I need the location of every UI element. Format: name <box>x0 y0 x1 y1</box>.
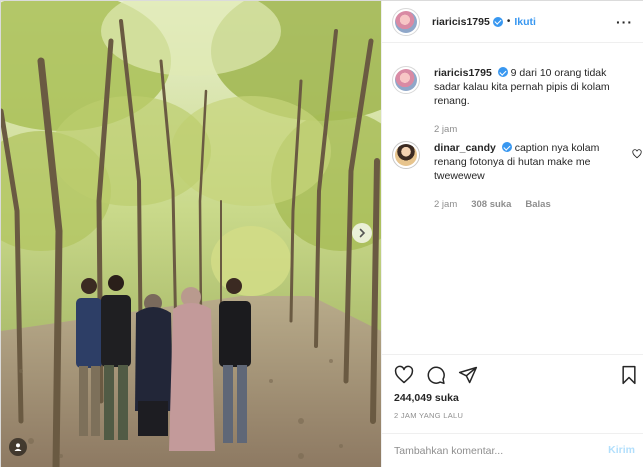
add-comment-bar: Kirim <box>382 433 643 467</box>
caption-meta: 2 jam <box>434 124 457 135</box>
comment-like-heart-icon[interactable] <box>632 149 642 159</box>
caption-username[interactable]: riaricis1795 <box>434 67 492 79</box>
instagram-post: riaricis1795 • Ikuti ··· riaricis1795 9 … <box>0 0 643 467</box>
comment-meta: 2 jam 308 suka Balas <box>434 199 551 210</box>
more-options-icon[interactable]: ··· <box>616 14 633 30</box>
likes-count[interactable]: 244,049 suka <box>394 392 459 404</box>
post-photo[interactable] <box>1 1 381 467</box>
post-header: riaricis1795 • Ikuti ··· <box>382 1 643 43</box>
verified-badge-icon <box>497 67 508 77</box>
comments-section[interactable]: riaricis1795 9 dari 10 orang tidak sadar… <box>382 44 643 354</box>
post-timestamp[interactable]: 2 JAM YANG LALU <box>394 411 463 420</box>
heart-icon[interactable] <box>394 365 414 385</box>
author-username[interactable]: riaricis1795 <box>432 16 490 28</box>
chevron-right-icon <box>359 228 366 238</box>
caption-author-avatar[interactable] <box>392 66 420 94</box>
comment-username[interactable]: dinar_candy <box>434 142 496 154</box>
comment-icon[interactable] <box>426 365 446 385</box>
bookmark-icon[interactable] <box>620 365 638 385</box>
post-actions: 244,049 suka 2 JAM YANG LALU Kirim <box>382 354 643 464</box>
user-tag-icon <box>14 443 22 451</box>
share-icon[interactable] <box>458 365 478 385</box>
follow-button[interactable]: Ikuti <box>514 16 536 28</box>
caption-time[interactable]: 2 jam <box>434 124 457 135</box>
verified-badge-icon <box>492 16 503 27</box>
header-separator: • <box>506 16 511 27</box>
tag-user-button[interactable] <box>9 438 27 456</box>
reply-button[interactable]: Balas <box>525 199 550 210</box>
commenter-avatar[interactable] <box>392 141 420 169</box>
action-buttons <box>394 365 638 387</box>
comment-likes[interactable]: 308 suka <box>471 199 511 210</box>
author-avatar[interactable] <box>392 7 420 36</box>
comment-time[interactable]: 2 jam <box>434 199 457 210</box>
post-comment-button[interactable]: Kirim <box>608 444 635 456</box>
forest-photo-illustration <box>1 1 381 467</box>
comment-input[interactable] <box>394 442 594 460</box>
post-sidebar: riaricis1795 • Ikuti ··· riaricis1795 9 … <box>381 1 643 467</box>
caption-body: riaricis1795 9 dari 10 orang tidak sadar… <box>434 66 620 108</box>
verified-badge-icon <box>501 142 512 152</box>
next-photo-button[interactable] <box>352 223 372 243</box>
comment-body: dinar_candy caption nya kolam renang fot… <box>434 141 620 183</box>
